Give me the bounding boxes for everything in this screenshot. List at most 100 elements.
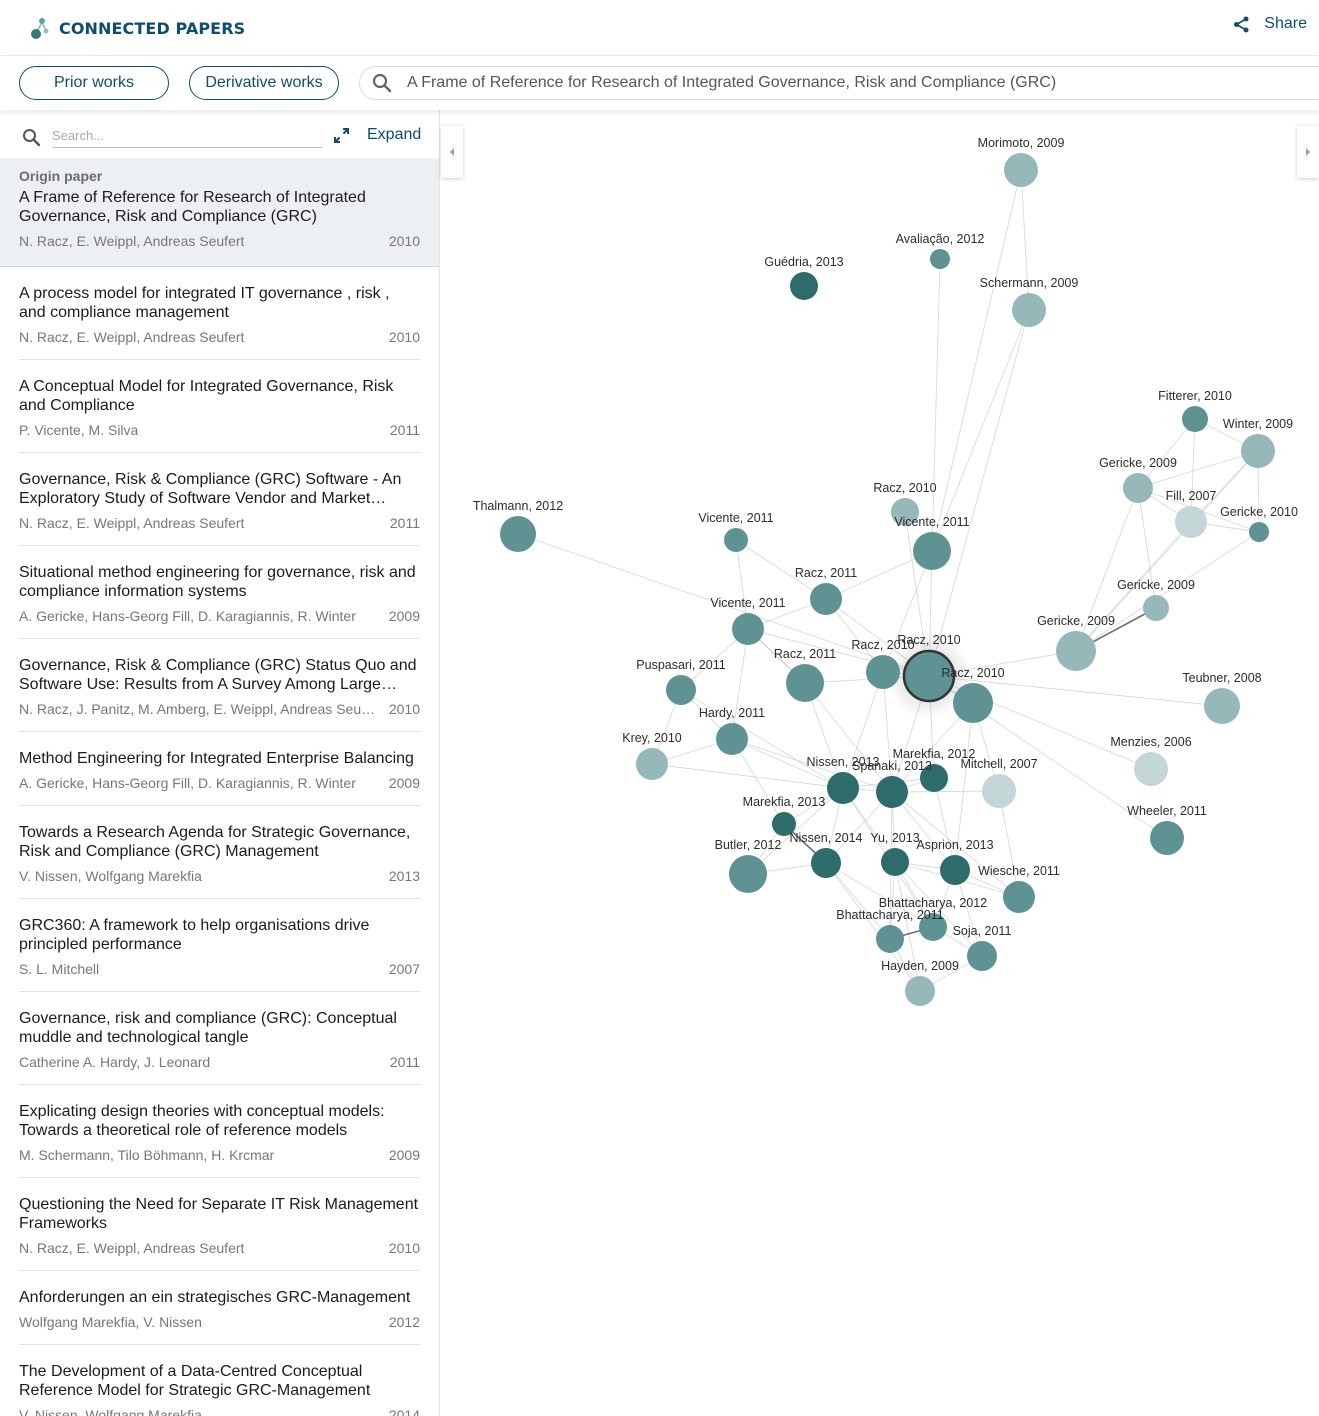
list-item[interactable]: Governance, Risk & Compliance (GRC) Stat…: [19, 639, 420, 732]
node-circle[interactable]: [811, 848, 841, 878]
node-circle[interactable]: [729, 855, 767, 893]
graph-node[interactable]: Spanaki, 2013: [852, 759, 932, 808]
prior-works-button[interactable]: Prior works: [19, 66, 169, 100]
node-circle[interactable]: [1182, 406, 1208, 432]
node-circle[interactable]: [786, 664, 824, 702]
node-label: Morimoto, 2009: [978, 136, 1065, 150]
share-button[interactable]: Share: [1233, 15, 1307, 33]
node-circle[interactable]: [1134, 752, 1168, 786]
list-item[interactable]: Towards a Research Agenda for Strategic …: [19, 806, 420, 899]
graph-node[interactable]: Yu, 2013: [870, 831, 920, 876]
list-item[interactable]: Anforderungen an ein strategisches GRC-M…: [19, 1271, 420, 1345]
derivative-works-button[interactable]: Derivative works: [189, 66, 339, 100]
search-query[interactable]: A Frame of Reference for Research of Int…: [407, 74, 1056, 92]
graph-node[interactable]: Mitchell, 2007: [960, 757, 1038, 808]
list-item[interactable]: GRC360: A framework to help organisation…: [19, 899, 420, 992]
node-circle[interactable]: [881, 848, 909, 876]
node-circle[interactable]: [732, 613, 764, 645]
graph-canvas[interactable]: Morimoto, 2009 Avaliação, 2012 Guédria, 20…: [441, 110, 1319, 1416]
node-circle[interactable]: [636, 748, 668, 780]
list-item[interactable]: A process model for integrated IT govern…: [19, 267, 420, 360]
node-circle[interactable]: [1204, 688, 1240, 724]
expand-button[interactable]: Expand: [334, 126, 421, 144]
node-circle[interactable]: [724, 528, 748, 552]
node-label: Racz, 2011: [795, 566, 857, 580]
graph-node[interactable]: Gericke, 2010: [1220, 505, 1298, 542]
node-circle[interactable]: [905, 976, 935, 1006]
origin-paper-card[interactable]: Origin paper A Frame of Reference for Re…: [0, 158, 439, 267]
collapse-sidebar-button[interactable]: [441, 126, 463, 178]
node-circle[interactable]: [1012, 293, 1046, 327]
node-circle[interactable]: [953, 683, 993, 723]
graph-node[interactable]: Schermann, 2009: [980, 276, 1079, 327]
graph-node[interactable]: Thalmann, 2012: [473, 499, 563, 552]
graph-node[interactable]: Gericke, 2009: [1037, 614, 1115, 671]
list-item[interactable]: Questioning the Need for Separate IT Ris…: [19, 1178, 420, 1271]
node-circle[interactable]: [866, 655, 900, 689]
paper-search-bar[interactable]: A Frame of Reference for Research of Int…: [359, 66, 1319, 100]
node-circle[interactable]: [810, 583, 842, 615]
node-circle[interactable]: [1241, 434, 1275, 468]
graph-node[interactable]: Krey, 2010: [622, 731, 682, 780]
graph-node[interactable]: Nissen, 2014: [790, 831, 863, 878]
node-circle[interactable]: [876, 925, 904, 953]
graph-node[interactable]: Morimoto, 2009: [978, 136, 1065, 187]
graph-node[interactable]: Vicente, 2011: [710, 596, 786, 645]
node-circle[interactable]: [913, 532, 951, 570]
node-circle[interactable]: [1249, 522, 1269, 542]
node-circle[interactable]: [1150, 821, 1184, 855]
node-circle[interactable]: [790, 272, 818, 300]
paper-authors: N. Racz, E. Weippl, Andreas Seufert: [19, 329, 245, 345]
list-search-input[interactable]: [52, 124, 322, 148]
graph-node[interactable]: Racz, 2011: [774, 647, 836, 702]
node-label: Wiesche, 2011: [978, 864, 1060, 878]
citation-graph[interactable]: Morimoto, 2009 Avaliação, 2012 Guédria, 20…: [441, 110, 1319, 1416]
graph-node[interactable]: Winter, 2009: [1223, 417, 1293, 468]
node-circle[interactable]: [1056, 631, 1096, 671]
paper-authors: S. L. Mitchell: [19, 961, 100, 977]
graph-node[interactable]: Soja, 2011: [953, 924, 1012, 971]
node-circle[interactable]: [982, 774, 1016, 808]
node-circle[interactable]: [876, 776, 908, 808]
node-circle[interactable]: [930, 249, 950, 269]
node-circle[interactable]: [967, 941, 997, 971]
list-item[interactable]: Explicating design theories with concept…: [19, 1085, 420, 1178]
paper-meta: V. Nissen, Wolfgang Marekfia 2013: [19, 868, 420, 884]
node-circle[interactable]: [500, 516, 536, 552]
app-logo[interactable]: CONNECTED PAPERS: [30, 14, 245, 42]
node-circle[interactable]: [1175, 506, 1207, 538]
graph-node[interactable]: Gericke, 2009: [1117, 578, 1195, 621]
graph-node[interactable]: Fitterer, 2010: [1158, 389, 1232, 432]
paper-year: 2009: [388, 608, 420, 624]
node-circle[interactable]: [1003, 881, 1035, 913]
graph-node[interactable]: Butler, 2012: [715, 838, 782, 893]
node-circle[interactable]: [716, 723, 748, 755]
node-circle[interactable]: [940, 855, 970, 885]
graph-node[interactable]: Puspasari, 2011: [636, 658, 726, 705]
node-circle[interactable]: [666, 675, 696, 705]
graph-node[interactable]: Hayden, 2009: [881, 959, 959, 1006]
graph-node[interactable]: Avaliação, 2012: [896, 232, 985, 269]
graph-node[interactable]: Vicente, 2011: [698, 511, 774, 552]
graph-node[interactable]: Teubner, 2008: [1182, 671, 1262, 724]
node-label: Gericke, 2009: [1117, 578, 1195, 592]
node-circle[interactable]: [1123, 473, 1153, 503]
graph-node[interactable]: Hardy, 2011: [699, 706, 765, 755]
list-item[interactable]: Situational method engineering for gover…: [19, 546, 420, 639]
list-item[interactable]: A Conceptual Model for Integrated Govern…: [19, 360, 420, 453]
list-item[interactable]: Governance, risk and compliance (GRC): C…: [19, 992, 420, 1085]
caret-right-icon: [1306, 148, 1310, 156]
node-circle[interactable]: [1004, 153, 1038, 187]
list-item[interactable]: Governance, Risk & Compliance (GRC) Soft…: [19, 453, 420, 546]
list-item[interactable]: Method Engineering for Integrated Enterp…: [19, 732, 420, 806]
node-label: Bhattacharya, 2011: [836, 908, 944, 922]
node-circle[interactable]: [1143, 595, 1169, 621]
graph-node[interactable]: Guédria, 2013: [764, 255, 844, 300]
open-detail-panel-button[interactable]: [1297, 126, 1319, 178]
graph-node[interactable]: Wheeler, 2011: [1127, 804, 1207, 855]
graph-edge: [928, 309, 1030, 677]
graph-node[interactable]: Menzies, 2006: [1110, 735, 1192, 786]
node-circle[interactable]: [827, 772, 859, 804]
list-item[interactable]: The Development of a Data-Centred Concep…: [19, 1345, 420, 1416]
graph-node[interactable]: Vicente, 2011: [894, 515, 970, 570]
